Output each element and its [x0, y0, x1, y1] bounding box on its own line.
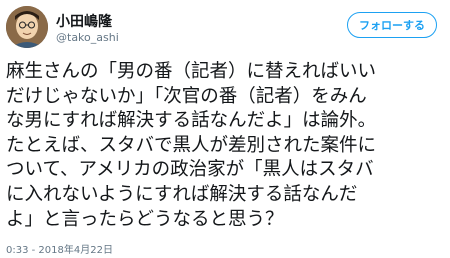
tweet-line: ついて、アメリカの政治家が「黒人はスタバ	[6, 159, 374, 181]
tweet-timestamp[interactable]: 0:33 - 2018年4月22日	[6, 241, 113, 256]
tweet-line: に入れないようにすれば解決する話なんだ	[6, 183, 358, 205]
tweet-line: な男にすれば解決する話なんだよ」は論外。	[6, 110, 377, 132]
follow-button[interactable]: フォローする	[347, 12, 437, 38]
tweet-line: よ」と言ったらどうなると思う？	[6, 208, 284, 230]
tweet-line: だけじゃないか」「次官の番（記者）をみん	[6, 85, 367, 107]
display-name[interactable]: 小田嶋隆	[56, 11, 112, 31]
tweet-body: 麻生さんの「男の番（記者）に替えればいい だけじゃないか」「次官の番（記者）をみ…	[6, 60, 446, 232]
user-handle[interactable]: @tako_ashi	[56, 31, 119, 44]
user-avatar-icon[interactable]	[6, 6, 48, 48]
tweet-card: 小田嶋隆 @tako_ashi フォローする 麻生さんの「男の番（記者）に替えれ…	[0, 0, 450, 258]
tweet-line: 麻生さんの「男の番（記者）に替えればいい	[6, 61, 377, 82]
tweet-line: たとえば、スタバで黒人が差別された案件に	[6, 134, 377, 156]
